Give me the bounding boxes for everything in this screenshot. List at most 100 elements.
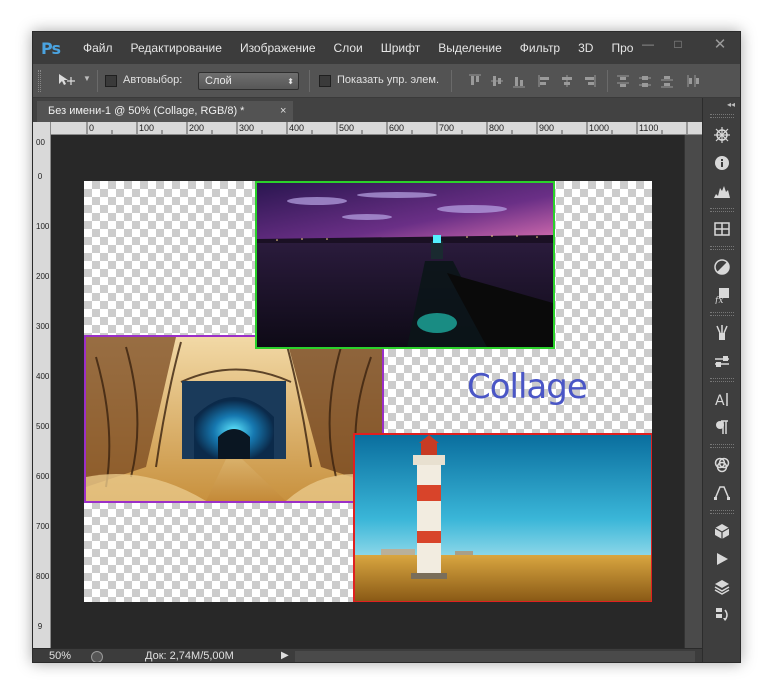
layers-icon[interactable] (709, 576, 735, 598)
canvas-area[interactable]: Collage (51, 135, 684, 648)
photo-layer-tunnel[interactable] (84, 335, 384, 503)
divider (309, 70, 310, 92)
document-size-info: Док: 2,74M/5,00M (145, 650, 234, 662)
options-bar: ▼ Автовыбор: Слой ⬍ Показать упр. элем. (33, 64, 740, 98)
distribute-left-icon[interactable] (685, 73, 701, 89)
adjustments-icon[interactable] (709, 256, 735, 278)
actions-icon[interactable] (709, 548, 735, 570)
menu-select[interactable]: Выделение (438, 41, 502, 55)
menu-image[interactable]: Изображение (240, 41, 316, 55)
auto-select-dropdown[interactable]: Слой ⬍ (198, 72, 299, 90)
tool-preset-chevron-icon[interactable]: ▼ (83, 74, 91, 83)
navigator-icon[interactable] (709, 124, 735, 146)
ruler-label: 500 (36, 422, 50, 431)
align-top-icon[interactable] (467, 73, 483, 89)
ruler-label: 300 (36, 322, 50, 331)
vertical-ruler[interactable]: 00 0 100 200 300 400 500 600 700 800 9 (33, 122, 51, 648)
channels-icon[interactable] (709, 454, 735, 476)
vertical-scrollbar[interactable] (684, 135, 702, 648)
panel-group-grip[interactable] (710, 208, 734, 212)
panel-group-grip[interactable] (710, 444, 734, 448)
options-bar-grip[interactable] (38, 70, 41, 92)
ruler-label: 0 (37, 172, 43, 181)
minimize-button[interactable]: — (633, 32, 663, 56)
menu-edit[interactable]: Редактирование (131, 41, 222, 55)
ruler-label: 1100 (639, 123, 659, 133)
divider (607, 70, 608, 92)
menu-type[interactable]: Шрифт (381, 41, 420, 55)
auto-select-checkbox[interactable] (105, 75, 117, 87)
collage-text-layer[interactable]: Collage (467, 367, 588, 407)
ruler-label: 700 (439, 123, 455, 133)
align-right-icon[interactable] (581, 73, 597, 89)
distribute-vertical-center-icon[interactable] (637, 73, 653, 89)
character-icon[interactable]: A (709, 388, 735, 410)
brushes-icon[interactable] (709, 322, 735, 344)
panel-dock: ◂◂ fx A (702, 98, 740, 662)
close-window-button[interactable]: ✕ (701, 32, 739, 56)
zoom-level[interactable]: 50% (49, 650, 71, 662)
document-canvas[interactable]: Collage (84, 181, 652, 602)
status-info-icon[interactable] (91, 651, 103, 662)
ruler-label: 0 (89, 123, 95, 133)
ruler-label: 900 (539, 123, 555, 133)
divider (97, 70, 98, 92)
ruler-label: 800 (489, 123, 505, 133)
ruler-label: 200 (189, 123, 205, 133)
ruler-label: 1000 (589, 123, 610, 133)
ruler-label: 500 (339, 123, 355, 133)
ruler-label: 800 (36, 572, 50, 581)
collapse-panels-icon[interactable]: ◂◂ (727, 100, 735, 109)
photo-layer-day-lighthouse[interactable] (353, 433, 652, 602)
menu-3d[interactable]: 3D (578, 41, 593, 55)
paragraph-icon[interactable] (709, 416, 735, 438)
panel-group-grip[interactable] (710, 246, 734, 250)
menu-layers[interactable]: Слои (334, 41, 363, 55)
ruler-label: 9 (37, 622, 43, 631)
document-tab-title: Без имени-1 @ 50% (Collage, RGB/8) * (48, 105, 245, 117)
menu-file[interactable]: Файл (83, 41, 113, 55)
move-tool-icon[interactable] (57, 73, 77, 90)
main-menu: Файл Редактирование Изображение Слои Шри… (83, 32, 651, 64)
show-transform-checkbox[interactable] (319, 75, 331, 87)
tool-presets-icon[interactable] (709, 350, 735, 372)
panel-group-grip[interactable] (710, 510, 734, 514)
3d-icon[interactable] (709, 520, 735, 542)
align-horizontal-center-icon[interactable] (559, 73, 575, 89)
panel-group-grip[interactable] (710, 114, 734, 118)
panel-group-grip[interactable] (710, 378, 734, 382)
svg-text:fx: fx (714, 296, 723, 304)
info-icon[interactable] (709, 152, 735, 174)
horizontal-ruler[interactable]: 0 100 200 300 400 500 600 700 800 900 10… (51, 122, 702, 135)
panel-group-grip[interactable] (710, 312, 734, 316)
ruler-label: 600 (389, 123, 405, 133)
show-transform-label: Показать упр. элем. (337, 74, 440, 86)
align-left-icon[interactable] (537, 73, 553, 89)
swatches-icon[interactable] (709, 218, 735, 240)
document-tab-bar: Без имени-1 @ 50% (Collage, RGB/8) * × (33, 98, 702, 122)
photo-layer-night-lighthouse[interactable] (255, 181, 555, 349)
align-vertical-center-icon[interactable] (489, 73, 505, 89)
maximize-button[interactable]: □ (663, 32, 693, 56)
auto-select-value: Слой (205, 75, 232, 87)
ruler-label: 300 (239, 123, 255, 133)
paths-icon[interactable] (709, 482, 735, 504)
dropdown-arrows-icon: ⬍ (287, 77, 294, 86)
menu-view[interactable]: Про (611, 41, 633, 55)
distribute-top-icon[interactable] (615, 73, 631, 89)
horizontal-scrollbar[interactable] (295, 651, 695, 662)
ruler-label: 600 (36, 472, 50, 481)
photoshop-window: Ps Файл Редактирование Изображение Слои … (32, 31, 741, 663)
close-tab-icon[interactable]: × (280, 105, 286, 117)
menu-filter[interactable]: Фильтр (520, 41, 560, 55)
histogram-icon[interactable] (709, 180, 735, 202)
status-menu-arrow-icon[interactable]: ▶ (281, 650, 289, 661)
align-bottom-icon[interactable] (511, 73, 527, 89)
document-tab[interactable]: Без имени-1 @ 50% (Collage, RGB/8) * × (37, 101, 293, 122)
ruler-label: 100 (139, 123, 155, 133)
svg-text:A: A (715, 393, 725, 408)
styles-icon[interactable]: fx (709, 284, 735, 306)
history-icon[interactable] (709, 604, 735, 626)
ruler-label: 400 (36, 372, 50, 381)
distribute-bottom-icon[interactable] (659, 73, 675, 89)
